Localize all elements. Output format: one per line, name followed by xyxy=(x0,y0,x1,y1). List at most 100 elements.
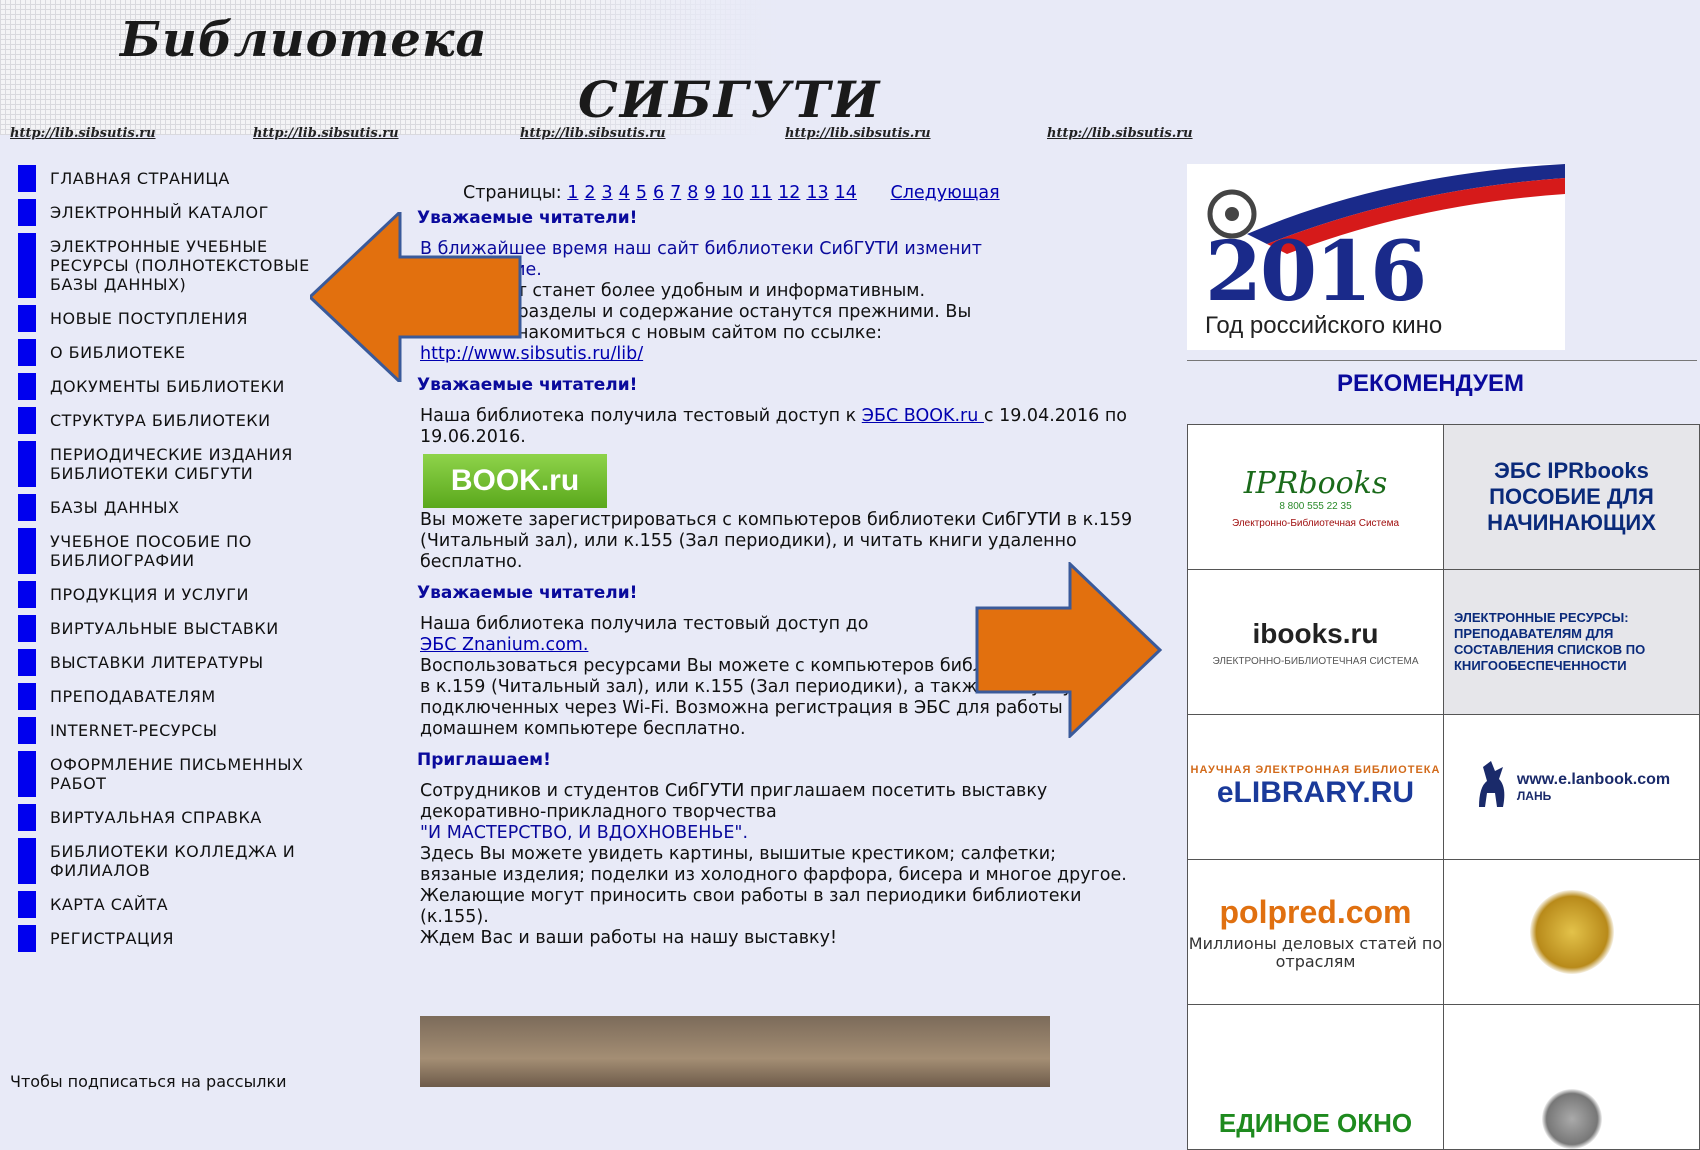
sidebar-item-label[interactable]: Выставки литературы xyxy=(50,649,380,676)
header-link[interactable]: http://lib.sibsutis.ru xyxy=(520,126,666,141)
page-link[interactable]: 2 xyxy=(584,183,595,203)
sidebar-item-registration[interactable]: Регистрация xyxy=(0,925,380,952)
sidebar-item-college-libraries[interactable]: Библиотеки колледжа и филиалов xyxy=(0,838,380,884)
sidebar-item-databases[interactable]: Базы данных xyxy=(0,494,380,521)
sidebar-item-label[interactable]: Виртуальные выставки xyxy=(50,615,380,642)
sidebar-item-label[interactable]: Виртуальная справка xyxy=(50,804,380,831)
news-title: Уважаемые читатели! xyxy=(417,375,638,395)
ibooks-tile[interactable]: ibooks.ru ЭЛЕКТРОННО-БИБЛИОТЕЧНАЯ СИСТЕМ… xyxy=(1188,570,1444,715)
nav-marker xyxy=(18,615,36,642)
sidebar-item-label[interactable]: Главная страница xyxy=(50,165,380,192)
news-line: Желающие могут приносить свои работы в з… xyxy=(420,886,1082,927)
banner-caption: Год российского кино xyxy=(1205,312,1443,339)
polpred-logo: polpred.com xyxy=(1219,893,1412,930)
sidebar-item-label[interactable]: Базы данных xyxy=(50,494,380,521)
film-year-banner[interactable]: 2016 Год российского кино xyxy=(1187,164,1565,350)
sidebar-item-label[interactable]: Электронные учебные ресурсы (полнотексто… xyxy=(50,233,320,298)
edinoe-okno-tile[interactable]: ЕДИНОЕ ОКНО xyxy=(1188,1005,1444,1150)
sidebar-item-virtual-exhibitions[interactable]: Виртуальные выставки xyxy=(0,615,380,642)
news-text: Наша библиотека получила тестовый доступ… xyxy=(417,406,1137,573)
page-link[interactable]: 3 xyxy=(602,183,613,203)
ibooks-logo: ibooks.ru xyxy=(1252,617,1379,649)
znanium-link[interactable]: ЭБС Znanium.com. xyxy=(420,635,588,655)
header-link[interactable]: http://lib.sibsutis.ru xyxy=(253,126,399,141)
news-title: Уважаемые читатели! xyxy=(417,208,638,228)
page-link[interactable]: 8 xyxy=(687,183,698,203)
iprbooks-subtitle: Электронно-Библиотечная Система xyxy=(1231,517,1400,529)
iprbooks-logo: IPRbooks xyxy=(1243,465,1388,501)
elibrary-tile[interactable]: НАУЧНАЯ ЭЛЕКТРОННАЯ БИБЛИОТЕКА eLIBRARY.… xyxy=(1188,715,1444,860)
page-link[interactable]: 10 xyxy=(722,183,744,203)
bookru-link[interactable]: ЭБС BOOK.ru xyxy=(862,406,984,426)
coat-of-arms-tile[interactable] xyxy=(1444,860,1700,1005)
sidebar-item-label[interactable]: Периодические издания библиотеки СибГУТИ xyxy=(50,441,340,487)
sidebar-item-teachers[interactable]: Преподавателям xyxy=(0,683,380,710)
sidebar-item-internet-resources[interactable]: Internet-ресурсы xyxy=(0,717,380,744)
news-line: В ближайшее время наш сайт библиотеки Си… xyxy=(420,239,982,259)
lanbook-name: ЛАНЬ xyxy=(1516,789,1552,803)
nav-marker xyxy=(18,528,36,574)
sidebar-item-bibliography[interactable]: Учебное пособие по библиографии xyxy=(0,528,380,574)
page-link[interactable]: 12 xyxy=(778,183,800,203)
header-link[interactable]: http://lib.sibsutis.ru xyxy=(785,126,931,141)
sidebar-item-structure[interactable]: Структура библиотеки xyxy=(0,407,380,434)
nav-marker xyxy=(18,165,36,192)
sidebar-item-label[interactable]: Регистрация xyxy=(50,925,380,952)
banner-year: 2016 xyxy=(1205,224,1427,320)
nav-marker xyxy=(18,891,36,918)
page-link[interactable]: 6 xyxy=(653,183,664,203)
nav-marker xyxy=(18,339,36,366)
bookru-logo[interactable]: BOOK.ru xyxy=(423,454,607,508)
polpred-tile[interactable]: polpred.com Миллионы деловых статей по о… xyxy=(1188,860,1444,1005)
page-link[interactable]: 4 xyxy=(619,183,630,203)
sidebar-item-home[interactable]: Главная страница xyxy=(0,165,380,192)
emblem-tile[interactable] xyxy=(1444,1005,1700,1150)
lanbook-url: www.e.lanbook.com xyxy=(1516,771,1671,788)
iprbooks-tile[interactable]: IPRbooks 8 800 555 22 35 Электронно-Библ… xyxy=(1188,425,1444,570)
page-link[interactable]: 11 xyxy=(750,183,772,203)
sidebar-item-label[interactable]: Библиотеки колледжа и филиалов xyxy=(50,838,340,884)
news-line: Новый сайт станет более удобным и информ… xyxy=(420,281,926,301)
next-page-link[interactable]: Следующая xyxy=(891,183,1000,203)
nav-marker xyxy=(18,838,36,884)
page-link[interactable]: 13 xyxy=(806,183,828,203)
pagination-label: Страницы: xyxy=(463,183,562,203)
header-link[interactable]: http://lib.sibsutis.ru xyxy=(1047,126,1193,141)
sidebar-item-sitemap[interactable]: Карта сайта xyxy=(0,891,380,918)
page-link[interactable]: 7 xyxy=(670,183,681,203)
sidebar-item-label[interactable]: Карта сайта xyxy=(50,891,380,918)
sidebar-item-label[interactable]: Преподавателям xyxy=(50,683,380,710)
sidebar-item-label[interactable]: Internet-ресурсы xyxy=(50,717,380,744)
news-title: Приглашаем! xyxy=(417,750,551,770)
page-link[interactable]: 1 xyxy=(567,183,578,203)
e-resources-teachers-tile[interactable]: ЭЛЕКТРОННЫЕ РЕСУРСЫ: ПРЕПОДАВАТЕЛЯМ ДЛЯ … xyxy=(1444,570,1700,715)
pagination: Страницы: 1 2 3 4 5 6 7 8 9 10 11 12 13 14 Следующая xyxy=(463,183,1137,204)
elibrary-logo: eLIBRARY.RU xyxy=(1216,776,1415,809)
news-line: Основные разделы и содержание останутся … xyxy=(420,302,972,322)
sidebar-item-label[interactable]: Продукция и услуги xyxy=(50,581,380,608)
sidebar-item-literature-exhibitions[interactable]: Выставки литературы xyxy=(0,649,380,676)
left-arrow-icon xyxy=(310,212,522,382)
page-link[interactable]: 5 xyxy=(636,183,647,203)
sidebar-item-periodicals[interactable]: Периодические издания библиотеки СибГУТИ xyxy=(0,441,380,487)
header-link[interactable]: http://lib.sibsutis.ru xyxy=(10,126,156,141)
iprbooks-guide-tile[interactable]: ЭБС IPRbooks ПОСОБИЕ ДЛЯ НАЧИНАЮЩИХ xyxy=(1444,425,1700,570)
news-line: Наша библиотека получила тестовый доступ… xyxy=(420,406,862,426)
sidebar-item-products[interactable]: Продукция и услуги xyxy=(0,581,380,608)
subscribe-text: Чтобы подписаться на рассылки xyxy=(10,1072,287,1091)
page-link[interactable]: 9 xyxy=(704,183,715,203)
sidebar-item-label[interactable]: Учебное пособие по библиографии xyxy=(50,528,310,574)
news-line: Здесь Вы можете увидеть картины, вышитые… xyxy=(420,844,1127,885)
edinoe-okno-logo: ЕДИНОЕ ОКНО xyxy=(1218,1108,1413,1138)
page-link[interactable]: 14 xyxy=(835,183,857,203)
e-resources-teachers-text: ЭЛЕКТРОННЫЕ РЕСУРСЫ: ПРЕПОДАВАТЕЛЯМ ДЛЯ … xyxy=(1454,610,1646,673)
sidebar-item-label[interactable]: Оформление письменных работ xyxy=(50,751,340,797)
nav-marker xyxy=(18,717,36,744)
sidebar-item-label[interactable]: Структура библиотеки xyxy=(50,407,380,434)
lanbook-tile[interactable]: www.e.lanbook.com ЛАНЬ xyxy=(1444,715,1700,860)
sidebar-item-written-works[interactable]: Оформление письменных работ xyxy=(0,751,380,797)
right-arrow-icon xyxy=(975,562,1163,738)
news-line: Сотрудников и студентов СибГУТИ приглаша… xyxy=(420,781,1048,822)
sidebar-item-virtual-help[interactable]: Виртуальная справка xyxy=(0,804,380,831)
ibooks-subtitle: ЭЛЕКТРОННО-БИБЛИОТЕЧНАЯ СИСТЕМА xyxy=(1212,655,1419,667)
